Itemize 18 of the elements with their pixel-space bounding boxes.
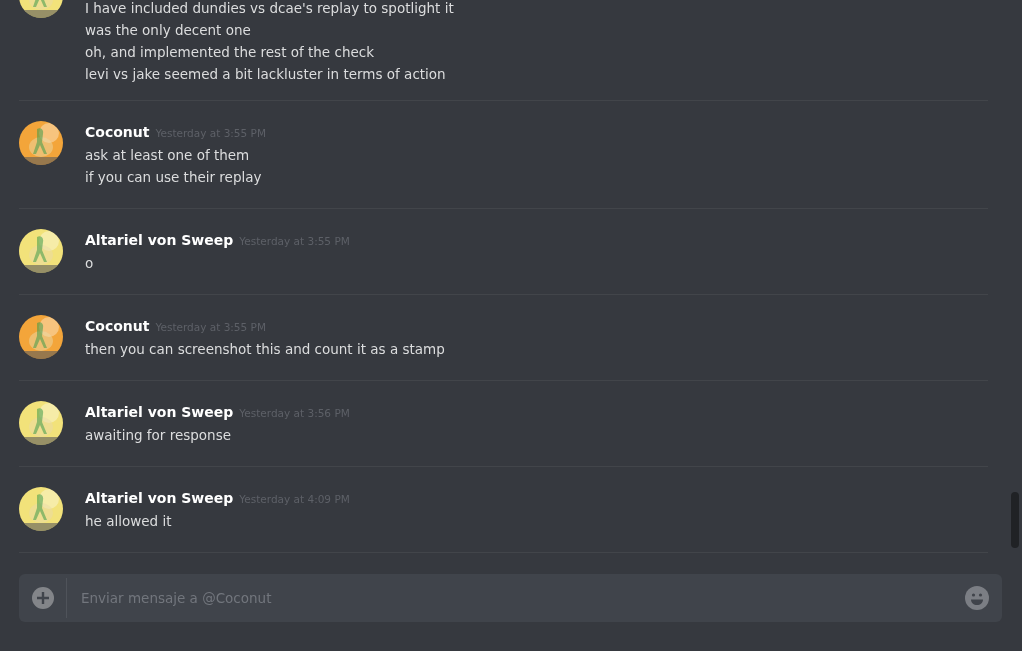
message-text: was the only decent one	[85, 21, 252, 40]
message-text: levi vs jake seemed a bit lackluster in terms of action	[85, 65, 447, 84]
username[interactable]: Coconut	[85, 315, 150, 337]
message-text: he allowed it	[85, 512, 173, 531]
username[interactable]: Altariel von Sweep	[85, 229, 234, 251]
message-text: if you can use their replay	[85, 168, 263, 187]
emoji-icon[interactable]	[965, 586, 989, 610]
message-text: oh, and implemented the rest of the check	[85, 43, 375, 62]
message-text: o	[85, 254, 95, 273]
message-text: ask at least one of them	[85, 146, 251, 165]
message-text: awaiting for response	[85, 426, 232, 445]
scrollbar-thumb[interactable]	[1011, 492, 1019, 548]
username[interactable]: Coconut	[85, 121, 150, 143]
username[interactable]: Altariel von Sweep	[85, 487, 234, 509]
username[interactable]: Altariel von Sweep	[85, 401, 234, 423]
add-icon[interactable]	[32, 587, 54, 609]
message-text: then you can screenshot this and count it as a stamp	[85, 340, 445, 359]
message-text: I have included dundies vs dcae's replay to spotlight it	[85, 0, 454, 18]
